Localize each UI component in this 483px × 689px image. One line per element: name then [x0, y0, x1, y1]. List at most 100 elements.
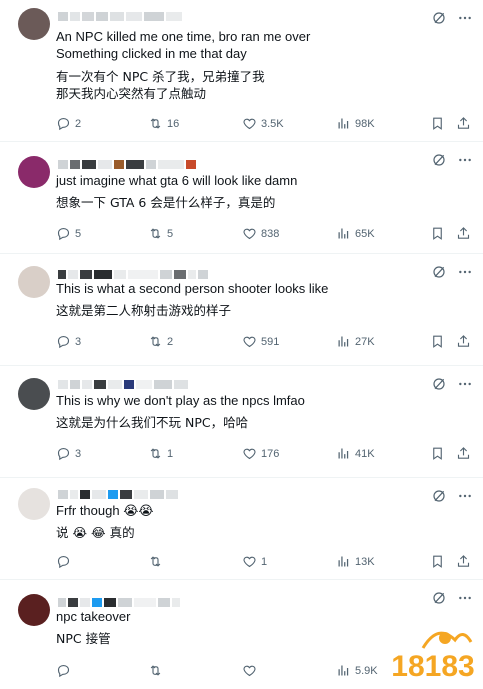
views-icon [336, 663, 351, 678]
views-button[interactable]: 27K [336, 334, 375, 349]
action-bar: 3 2 591 27K [56, 334, 476, 352]
reply-button[interactable]: 3 [56, 334, 81, 349]
like-button[interactable]: 176 [242, 446, 279, 461]
share-button[interactable] [456, 446, 471, 461]
action-bar: 2 16 3.5K 98K [56, 116, 476, 134]
view-count: 27K [355, 335, 375, 348]
more-options-icon[interactable] [457, 10, 473, 26]
like-button[interactable]: 838 [242, 226, 279, 241]
18183-logo-watermark: 18183 [391, 631, 475, 684]
heart-icon [242, 226, 257, 241]
reply-icon [56, 226, 71, 241]
repost-button[interactable] [148, 663, 167, 678]
bookmark-icon [430, 226, 445, 241]
views-icon [336, 116, 351, 131]
reply-button[interactable] [56, 663, 75, 678]
repost-count: 5 [167, 227, 174, 240]
avatar[interactable] [18, 594, 50, 626]
share-button[interactable] [456, 116, 471, 131]
more-options-icon[interactable] [457, 264, 473, 280]
grok-icon[interactable] [431, 10, 447, 26]
views-button[interactable]: 65K [336, 226, 375, 241]
reply-count: 3 [75, 335, 82, 348]
repost-button[interactable]: 1 [148, 446, 173, 461]
bookmark-button[interactable] [430, 334, 445, 349]
repost-icon [148, 446, 163, 461]
share-icon [456, 554, 471, 569]
bookmark-button[interactable] [430, 554, 445, 569]
like-button[interactable]: 3.5K [242, 116, 284, 131]
heart-icon [242, 554, 257, 569]
post-2[interactable]: just imagine what gta 6 will look like d… [0, 142, 483, 254]
views-button[interactable]: 13K [336, 554, 375, 569]
view-count: 41K [355, 447, 375, 460]
grok-icon[interactable] [431, 488, 447, 504]
post-text-en: just imagine what gta 6 will look like d… [56, 173, 298, 188]
more-options-icon[interactable] [457, 152, 473, 168]
repost-button[interactable]: 16 [148, 116, 179, 131]
post-text-en: This is why we don't play as the npcs lm… [56, 393, 305, 408]
view-count: 13K [355, 555, 375, 568]
post-text-zh: 有一次有个 NPC 杀了我，兄弟撞了我 那天我内心突然有了点触动 [56, 69, 265, 101]
more-options-icon[interactable] [457, 488, 473, 504]
grok-icon[interactable] [431, 264, 447, 280]
bookmark-button[interactable] [430, 116, 445, 131]
author-name-redacted[interactable] [58, 160, 196, 172]
bookmark-button[interactable] [430, 446, 445, 461]
post-5[interactable]: Frfr though 😭😭 说 😭 😂 真的 1 13K [0, 478, 483, 580]
share-button[interactable] [456, 334, 471, 349]
like-button[interactable] [242, 663, 261, 678]
view-count: 65K [355, 227, 375, 240]
reply-button[interactable]: 5 [56, 226, 81, 241]
action-bar: 3 1 176 41K [56, 446, 476, 464]
author-name-redacted[interactable] [58, 380, 188, 392]
post-text-en: An NPC killed me one time, bro ran me ov… [56, 29, 311, 61]
grok-icon[interactable] [431, 152, 447, 168]
avatar[interactable] [18, 488, 50, 520]
post-text-en: npc takeover [56, 609, 131, 624]
heart-icon [242, 116, 257, 131]
avatar[interactable] [18, 156, 50, 188]
author-name-redacted[interactable] [58, 12, 182, 24]
post-1[interactable]: An NPC killed me one time, bro ran me ov… [0, 0, 483, 142]
avatar[interactable] [18, 8, 50, 40]
reply-button[interactable]: 2 [56, 116, 81, 131]
view-count: 98K [355, 117, 375, 130]
views-icon [336, 446, 351, 461]
like-count: 838 [261, 227, 280, 240]
reply-button[interactable] [56, 554, 75, 569]
share-button[interactable] [456, 226, 471, 241]
post-text-en: This is what a second person shooter loo… [56, 281, 329, 296]
repost-count: 1 [167, 447, 174, 460]
share-icon [456, 116, 471, 131]
heart-icon [242, 663, 257, 678]
like-button[interactable]: 1 [242, 554, 267, 569]
more-options-icon[interactable] [457, 376, 473, 392]
repost-icon [148, 116, 163, 131]
views-button[interactable]: 5.9K [336, 663, 378, 678]
heart-icon [242, 334, 257, 349]
bookmark-button[interactable] [430, 226, 445, 241]
repost-button[interactable]: 5 [148, 226, 173, 241]
repost-button[interactable]: 2 [148, 334, 173, 349]
avatar[interactable] [18, 378, 50, 410]
post-text-zh: 这就是为什么我们不玩 NPC，哈哈 [56, 415, 249, 430]
repost-button[interactable] [148, 554, 167, 569]
reply-count: 2 [75, 117, 82, 130]
post-4[interactable]: This is why we don't play as the npcs lm… [0, 366, 483, 478]
like-button[interactable]: 591 [242, 334, 279, 349]
views-button[interactable]: 41K [336, 446, 375, 461]
more-options-icon[interactable] [457, 590, 473, 606]
author-name-redacted[interactable] [58, 490, 178, 502]
avatar[interactable] [18, 266, 50, 298]
view-count: 5.9K [355, 664, 378, 677]
like-count: 3.5K [261, 117, 284, 130]
views-icon [336, 226, 351, 241]
post-text-en: Frfr though 😭😭 [56, 503, 154, 518]
share-button[interactable] [456, 554, 471, 569]
grok-icon[interactable] [431, 376, 447, 392]
grok-icon[interactable] [431, 590, 447, 606]
post-3[interactable]: This is what a second person shooter loo… [0, 254, 483, 366]
reply-button[interactable]: 3 [56, 446, 81, 461]
views-button[interactable]: 98K [336, 116, 375, 131]
